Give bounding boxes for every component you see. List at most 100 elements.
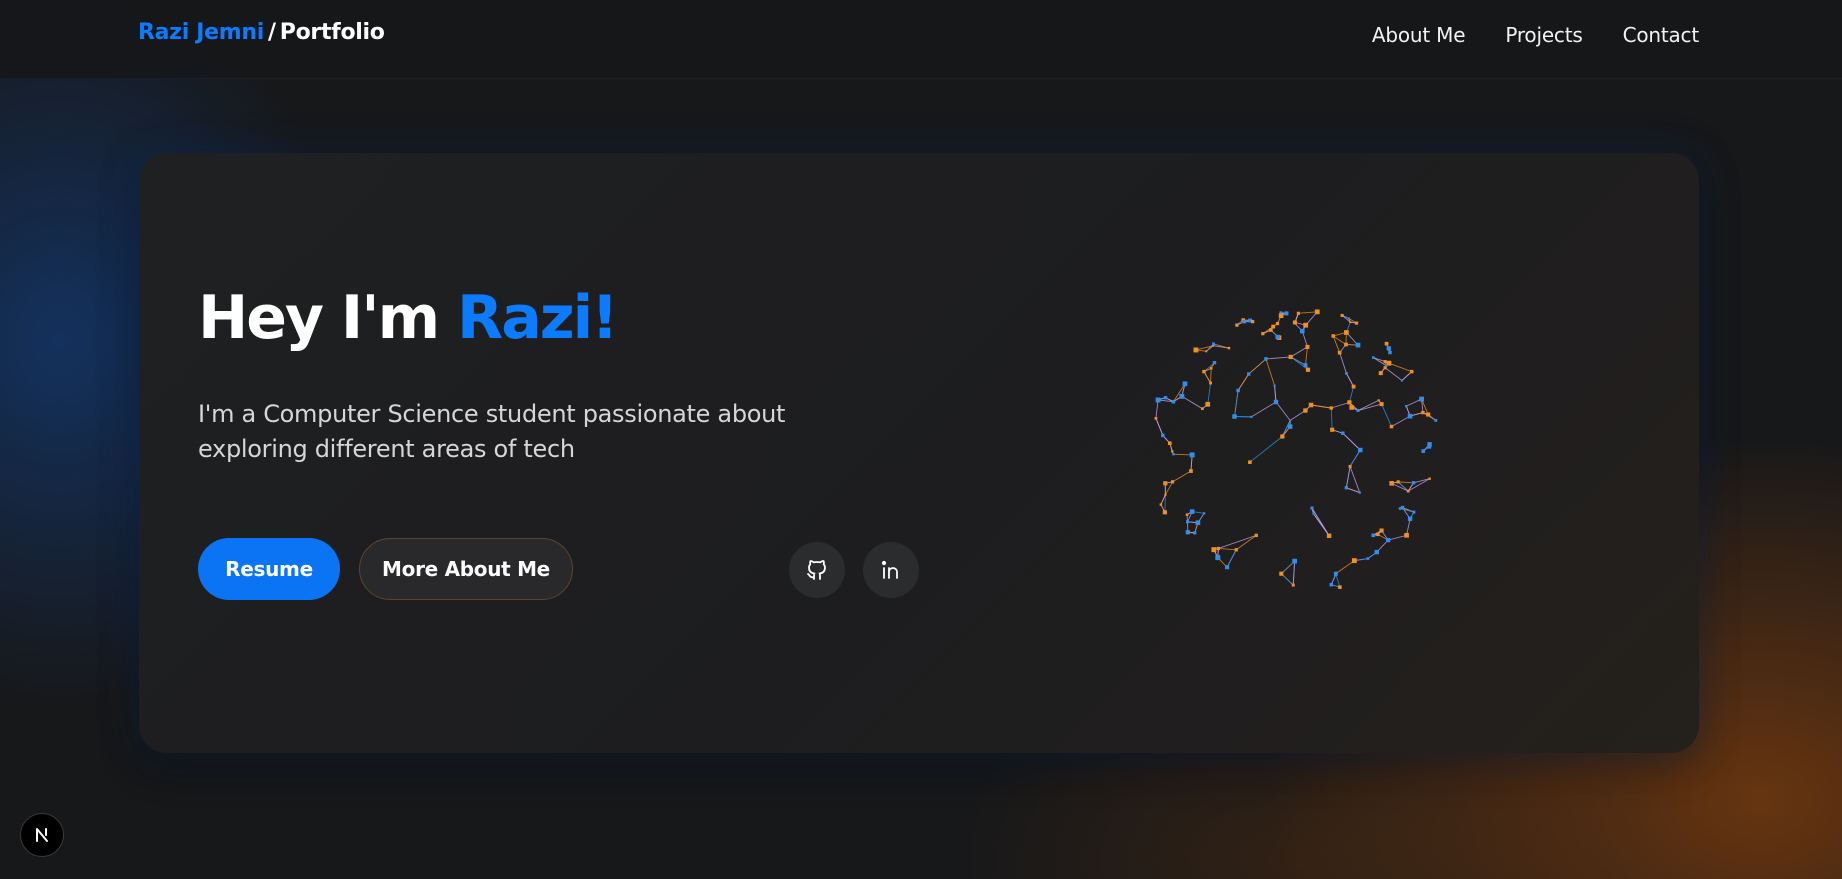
globe-node (1171, 450, 1174, 453)
globe-link (1342, 432, 1361, 451)
resume-button[interactable]: Resume (198, 538, 340, 600)
globe-node (1388, 350, 1392, 355)
globe-node (1163, 396, 1168, 400)
globe-node (1170, 480, 1175, 484)
globe-node (1344, 342, 1348, 347)
globe-node (1273, 384, 1276, 387)
globe-node (1351, 558, 1357, 564)
globe-node (1376, 532, 1380, 537)
globe-node (1427, 442, 1432, 447)
globe-node (1278, 313, 1284, 319)
nextjs-badge[interactable] (20, 813, 64, 857)
globe-node (1356, 408, 1360, 413)
globe-link (1391, 482, 1409, 492)
globe-node (1411, 481, 1416, 485)
globe-node (1404, 532, 1409, 538)
linkedin-link[interactable] (863, 542, 919, 598)
globe-node (1386, 537, 1391, 543)
globe-node (1371, 533, 1376, 538)
globe-link (1290, 346, 1308, 358)
globe-node (1185, 520, 1190, 524)
globe-link (1384, 367, 1403, 381)
globe-link (1345, 466, 1351, 488)
github-icon (807, 560, 826, 580)
globe-node (1344, 330, 1349, 335)
globe-node (1300, 328, 1305, 334)
globe-link (1251, 401, 1277, 418)
globe-node (1279, 571, 1284, 576)
globe-node (1269, 328, 1273, 332)
globe-link (1274, 385, 1277, 403)
globe-node (1254, 533, 1258, 538)
globe-node (1189, 452, 1195, 458)
globe-link (1210, 368, 1212, 384)
globe-link (1218, 534, 1257, 549)
globe-node (1242, 320, 1247, 324)
globe-link (1330, 407, 1333, 430)
nav-link-about-me[interactable]: About Me (1372, 23, 1466, 47)
globe-link (1388, 362, 1412, 373)
globe-node (1216, 546, 1221, 551)
globe-node (1171, 399, 1176, 404)
globe-node (1383, 360, 1387, 364)
globe-link (1218, 548, 1237, 551)
more-about-me-button[interactable]: More About Me (359, 538, 573, 600)
hero-title-prefix: Hey I'm (198, 283, 458, 353)
globe-link (1398, 481, 1414, 484)
globe-node (1337, 350, 1342, 355)
globe-node (1209, 381, 1212, 385)
globe-link (1173, 453, 1193, 456)
globe-node (1305, 344, 1310, 349)
globe-node (1292, 320, 1297, 325)
globe-link (1226, 549, 1237, 568)
globe-node (1303, 322, 1309, 328)
globe-node (1193, 531, 1197, 535)
brand-logo[interactable]: Razi Jemni / Portfolio (138, 20, 385, 45)
globe-node (1407, 413, 1413, 419)
globe-node (1205, 350, 1208, 353)
brand-name: Razi Jemni (138, 20, 265, 45)
globe-node (1162, 510, 1167, 515)
globe-link (1289, 410, 1306, 421)
globe-link (1155, 418, 1164, 436)
github-link[interactable] (789, 542, 845, 598)
globe-node (1264, 357, 1268, 361)
globe-node (1349, 405, 1354, 410)
globe-link (1305, 346, 1308, 366)
network-globe-icon (1154, 309, 1438, 589)
globe-node (1338, 585, 1342, 589)
globe-node (1358, 447, 1363, 453)
globe-node (1406, 489, 1410, 493)
nav-link-projects[interactable]: Projects (1505, 23, 1582, 47)
globe-link (1207, 382, 1211, 405)
globe-node (1273, 399, 1279, 405)
globe-node (1205, 401, 1211, 407)
globe-node (1389, 424, 1394, 429)
hero-card: Hey I'm Razi! I'm a Computer Science stu… (139, 153, 1699, 753)
nav-link-contact[interactable]: Contact (1623, 23, 1700, 47)
globe-link (1311, 507, 1330, 536)
globe-node (1234, 548, 1238, 552)
globe-node (1287, 424, 1293, 429)
globe-node (1189, 509, 1195, 514)
globe-node (1271, 324, 1276, 329)
globe-link (1406, 518, 1411, 536)
linkedin-icon (881, 560, 898, 579)
globe-node (1154, 416, 1158, 420)
globe-node (1163, 481, 1168, 486)
globe-node (1246, 372, 1251, 376)
globe-node (1236, 388, 1240, 393)
globe-node (1284, 311, 1289, 316)
globe-link (1203, 371, 1211, 384)
globe-node (1296, 311, 1300, 315)
globe-node (1202, 369, 1206, 374)
nextjs-icon (36, 828, 48, 842)
globe-node (1275, 321, 1280, 326)
globe-node (1366, 557, 1370, 560)
globe-node (1161, 433, 1165, 438)
globe-node (1347, 400, 1352, 405)
brand-suffix: Portfolio (279, 20, 385, 45)
globe-link (1407, 478, 1430, 492)
globe-node (1248, 460, 1252, 464)
globe-node (1374, 549, 1379, 555)
